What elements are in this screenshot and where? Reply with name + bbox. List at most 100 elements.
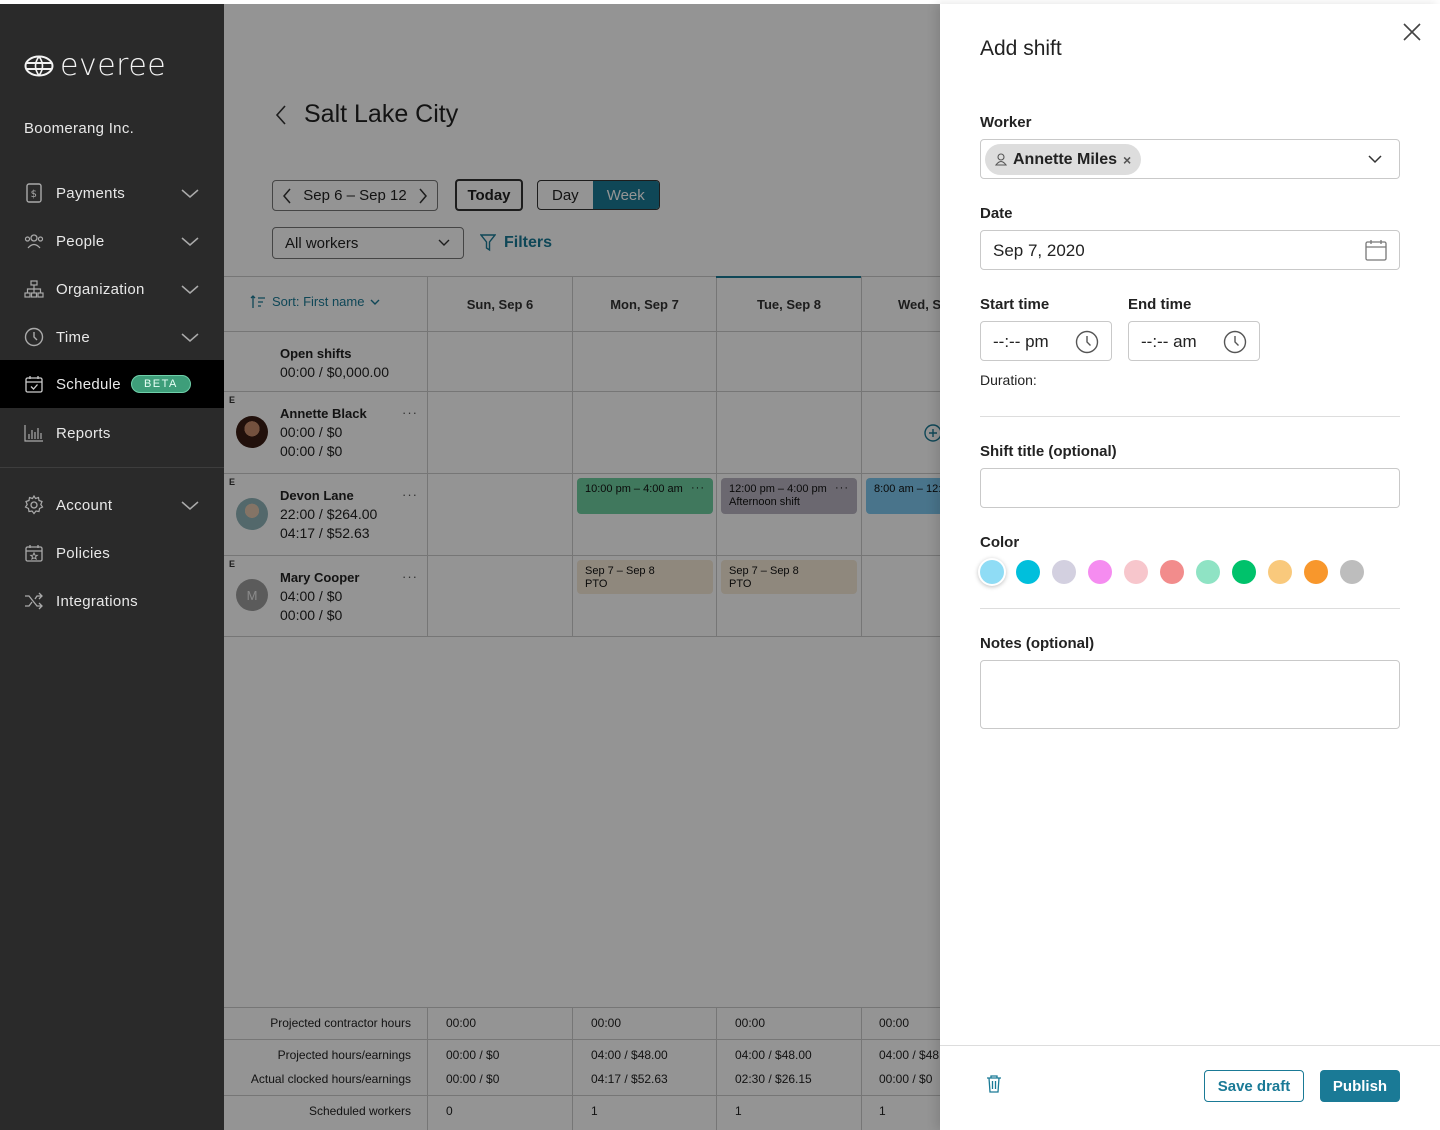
calendar-star-icon bbox=[24, 543, 44, 563]
end-time-field[interactable]: --:-- am bbox=[1128, 321, 1260, 361]
nav-organization[interactable]: Organization bbox=[0, 265, 224, 313]
chevron-down-icon bbox=[438, 239, 450, 246]
color-swatch[interactable] bbox=[1268, 560, 1292, 584]
color-swatch[interactable] bbox=[1088, 560, 1112, 584]
close-icon[interactable] bbox=[1402, 22, 1422, 42]
nav-time-label: Time bbox=[56, 328, 90, 346]
worker-actual: 00:00 / $0 bbox=[280, 443, 343, 459]
shift-title: Afternoon shift bbox=[729, 496, 800, 508]
color-swatch[interactable] bbox=[1196, 560, 1220, 584]
avatar: M bbox=[236, 579, 268, 611]
sort-control[interactable]: Sort: First name bbox=[250, 294, 380, 309]
worker-actual: 04:17 / $52.63 bbox=[280, 525, 370, 541]
color-swatch[interactable] bbox=[1016, 560, 1040, 584]
footer-cell: 1 bbox=[735, 1104, 742, 1118]
view-toggle: Day Week bbox=[537, 180, 660, 210]
footer-cell: 1 bbox=[879, 1104, 886, 1118]
color-swatch[interactable] bbox=[1232, 560, 1256, 584]
chip-remove-icon[interactable]: × bbox=[1123, 152, 1131, 168]
week-view-button[interactable]: Week bbox=[592, 181, 659, 209]
footer-cell: 04:00 / $48.00 bbox=[591, 1048, 668, 1062]
shift-card[interactable]: 8:00 am – 12: bbox=[866, 478, 940, 514]
nav-policies[interactable]: Policies bbox=[0, 529, 224, 577]
nav-schedule[interactable]: Schedule BETA bbox=[0, 360, 224, 408]
color-swatch[interactable] bbox=[1160, 560, 1184, 584]
worker-select[interactable]: Annette Miles × bbox=[980, 139, 1400, 179]
worker-name[interactable]: Devon Lane bbox=[280, 486, 377, 505]
shift-menu-icon[interactable]: ··· bbox=[835, 482, 849, 495]
nav-account[interactable]: Account bbox=[0, 481, 224, 529]
grid-col-line bbox=[572, 1007, 573, 1130]
back-arrow-icon[interactable] bbox=[274, 104, 288, 126]
save-draft-button[interactable]: Save draft bbox=[1204, 1070, 1304, 1102]
calendar-icon[interactable] bbox=[1365, 239, 1387, 261]
panel-title: Add shift bbox=[980, 37, 1062, 60]
nav-reports-label: Reports bbox=[56, 424, 111, 442]
footer-line bbox=[224, 1095, 940, 1096]
grid-col-line bbox=[716, 1007, 717, 1130]
nav-integrations[interactable]: Integrations bbox=[0, 577, 224, 625]
grid-col-line bbox=[427, 1007, 428, 1130]
color-swatch[interactable] bbox=[1304, 560, 1328, 584]
worker-name[interactable]: Mary Cooper bbox=[280, 568, 359, 587]
nav-policies-label: Policies bbox=[56, 544, 111, 562]
beta-badge: BETA bbox=[130, 375, 191, 393]
pto-card[interactable]: Sep 7 – Sep 8 PTO bbox=[721, 560, 857, 594]
duration-label: Duration: bbox=[980, 372, 1037, 388]
color-swatch[interactable] bbox=[1052, 560, 1076, 584]
chevron-left-icon[interactable] bbox=[281, 187, 293, 205]
everee-logo-icon bbox=[24, 55, 54, 76]
pto-range: Sep 7 – Sep 8 bbox=[585, 565, 655, 577]
date-range-picker: Sep 6 – Sep 12 bbox=[272, 180, 438, 211]
divider bbox=[980, 608, 1400, 609]
shift-card[interactable]: 12:00 pm – 4:00 pm Afternoon shift ··· bbox=[721, 478, 857, 514]
clock-icon bbox=[1223, 330, 1247, 354]
worker-menu-icon[interactable]: ··· bbox=[402, 405, 418, 420]
grid-line bbox=[224, 391, 940, 392]
filters-button[interactable]: Filters bbox=[480, 234, 552, 252]
footer-cell: 00:00 bbox=[735, 1016, 766, 1030]
nav-time[interactable]: Time bbox=[0, 313, 224, 361]
worker-info: Mary Cooper 04:00 / $0 00:00 / $0 bbox=[280, 568, 359, 625]
user-icon bbox=[995, 153, 1007, 166]
shift-title-label: Shift title (optional) bbox=[980, 443, 1117, 460]
nav-payments[interactable]: $ Payments bbox=[0, 169, 224, 217]
nav-divider bbox=[0, 467, 224, 468]
date-range-label: Sep 6 – Sep 12 bbox=[303, 187, 407, 204]
notes-textarea[interactable] bbox=[980, 660, 1400, 729]
day-view-button[interactable]: Day bbox=[538, 181, 593, 209]
trash-icon[interactable] bbox=[986, 1075, 1002, 1093]
filters-label: Filters bbox=[504, 234, 553, 251]
publish-button[interactable]: Publish bbox=[1320, 1070, 1400, 1102]
pto-type: PTO bbox=[729, 578, 752, 590]
open-shifts-row: Open shifts 00:00 / $0,000.00 bbox=[280, 344, 389, 382]
nav-reports[interactable]: Reports bbox=[0, 409, 224, 457]
nav-integrations-label: Integrations bbox=[56, 592, 138, 610]
pto-card[interactable]: Sep 7 – Sep 8 PTO bbox=[577, 560, 713, 594]
nav-people[interactable]: People bbox=[0, 217, 224, 265]
start-time-field[interactable]: --:-- pm bbox=[980, 321, 1112, 361]
organization-icon bbox=[24, 279, 44, 299]
color-swatch[interactable] bbox=[980, 560, 1004, 584]
worker-menu-icon[interactable]: ··· bbox=[402, 569, 418, 584]
color-swatch[interactable] bbox=[1124, 560, 1148, 584]
workers-select[interactable]: All workers bbox=[272, 227, 464, 259]
chevron-right-icon[interactable] bbox=[417, 187, 429, 205]
nav-schedule-label: Schedule bbox=[56, 375, 121, 393]
chevron-down-icon bbox=[181, 189, 199, 198]
worker-info: Devon Lane 22:00 / $264.00 04:17 / $52.6… bbox=[280, 486, 377, 543]
footer-cell: 00:00 / $0 bbox=[879, 1072, 933, 1086]
today-button[interactable]: Today bbox=[455, 179, 523, 211]
worker-chip: Annette Miles × bbox=[985, 144, 1142, 175]
nav-account-label: Account bbox=[56, 496, 113, 514]
worker-name[interactable]: Annette Black bbox=[280, 404, 367, 423]
worker-menu-icon[interactable]: ··· bbox=[402, 487, 418, 502]
shift-menu-icon[interactable]: ··· bbox=[691, 482, 705, 495]
shift-title-input[interactable] bbox=[980, 468, 1400, 508]
everee-logo[interactable]: everee bbox=[24, 48, 166, 83]
date-field[interactable]: Sep 7, 2020 bbox=[980, 230, 1400, 270]
open-shifts-value: 00:00 / $0,000.00 bbox=[280, 364, 389, 380]
color-swatch[interactable] bbox=[1340, 560, 1364, 584]
shift-card[interactable]: 10:00 pm – 4:00 am ··· bbox=[577, 478, 713, 514]
footer-cell: 02:30 / $26.15 bbox=[735, 1072, 812, 1086]
